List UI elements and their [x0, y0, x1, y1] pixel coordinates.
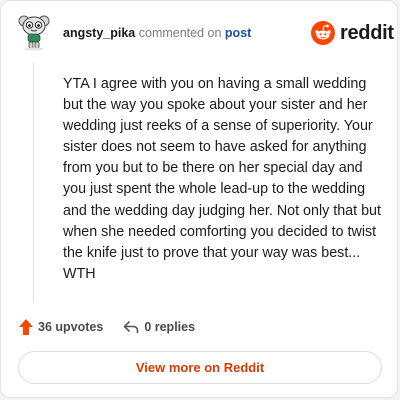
- upvote-button[interactable]: 36 upvotes: [19, 319, 103, 335]
- snoo-avatar-icon: [18, 15, 50, 51]
- reddit-brand[interactable]: reddit: [311, 21, 394, 45]
- reddit-wordmark: reddit: [340, 21, 394, 44]
- comment-card: angsty_pika commented on post reddit YTA…: [0, 0, 398, 398]
- username-link[interactable]: angsty_pika: [63, 26, 135, 40]
- comment-action-text: commented on: [138, 26, 222, 40]
- reddit-snoo-icon: [311, 21, 335, 45]
- comment-actions: 36 upvotes 0 replies: [19, 319, 195, 335]
- post-link[interactable]: post: [225, 26, 251, 40]
- upvote-count: 36 upvotes: [38, 320, 104, 334]
- comment-header: angsty_pika commented on post: [63, 26, 251, 40]
- thread-line: [33, 63, 34, 303]
- comment-body: YTA I agree with you on having a small w…: [63, 76, 381, 282]
- upvote-arrow-icon: [19, 319, 33, 335]
- reply-count: 0 replies: [144, 320, 196, 334]
- user-avatar[interactable]: [18, 11, 50, 51]
- view-more-button[interactable]: View more on Reddit: [18, 351, 382, 384]
- reply-button[interactable]: 0 replies: [123, 320, 195, 334]
- reply-arrow-icon: [124, 321, 139, 334]
